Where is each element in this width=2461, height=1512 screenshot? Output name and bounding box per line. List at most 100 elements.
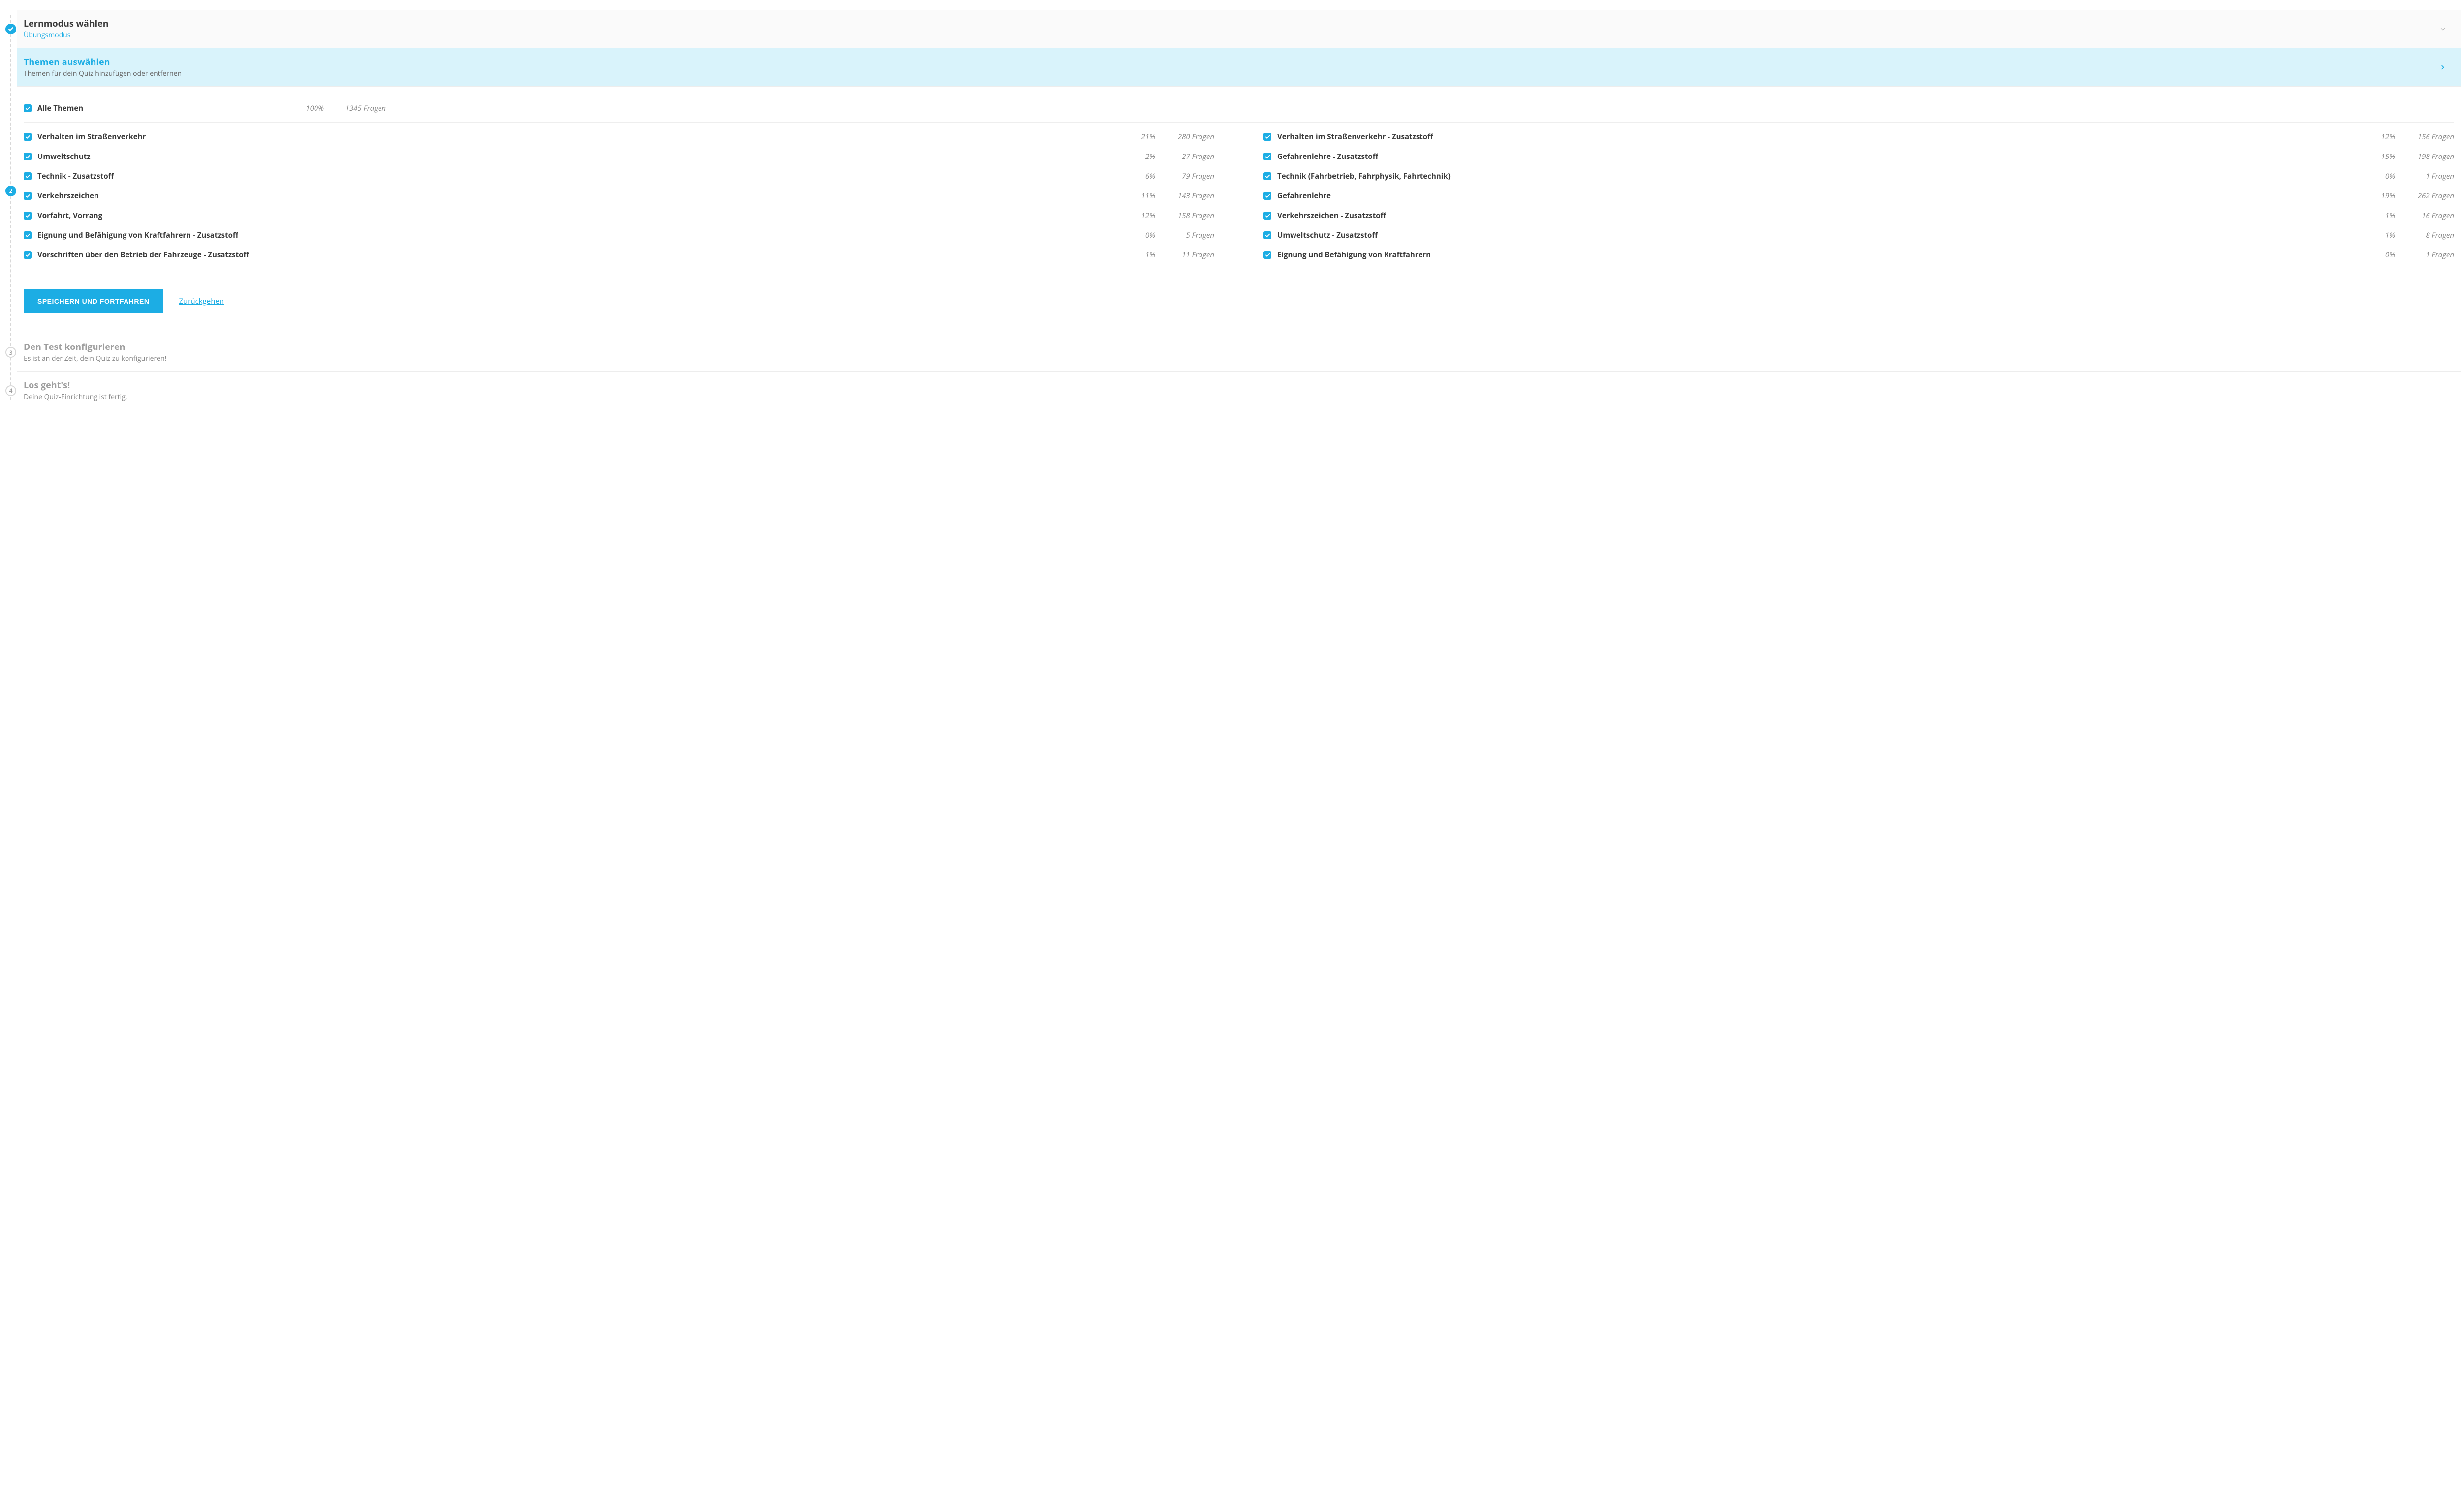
topic-row: Umweltschutz 2%27 Fragen: [24, 147, 1214, 166]
topic-checkbox[interactable]: [24, 153, 32, 160]
step-4-title: Los geht's!: [24, 379, 127, 391]
topic-row: Vorfahrt, Vorrang12%158 Fragen: [24, 206, 1214, 225]
topic-row: Vorschriften über den Betrieb der Fahrze…: [24, 245, 1214, 265]
topic-checkbox[interactable]: [24, 172, 32, 180]
step-4-header[interactable]: Los geht's! Deine Quiz-Einrichtung ist f…: [17, 372, 2461, 410]
topic-checkbox[interactable]: [24, 231, 32, 239]
step-1-header[interactable]: Lernmodus wählen Übungsmodus: [17, 10, 2461, 48]
topic-count: 27 Fragen: [1155, 152, 1214, 161]
step-2-title: Themen auswählen: [24, 56, 182, 68]
topic-label: Technik - Zusatzstoff: [37, 171, 114, 181]
topic-checkbox[interactable]: [24, 212, 32, 220]
topic-percent: 11%: [1121, 191, 1155, 201]
topic-count: 79 Fragen: [1155, 171, 1214, 181]
step-1: Lernmodus wählen Übungsmodus: [0, 10, 2461, 48]
topic-count: 16 Fragen: [2395, 211, 2454, 220]
topic-row: Gefahrenlehre19%262 Fragen: [1263, 186, 2454, 206]
check-icon: [1265, 252, 1270, 258]
topic-percent: 1%: [2361, 230, 2395, 240]
topic-percent: 12%: [1121, 211, 1155, 220]
check-icon: [1265, 193, 1270, 199]
check-icon: [1265, 134, 1270, 140]
topic-checkbox[interactable]: [1263, 231, 1271, 239]
step-2-subtitle: Themen für dein Quiz hinzufügen oder ent…: [24, 69, 182, 78]
check-icon: [1265, 174, 1270, 179]
topic-label: Verhalten im Straßenverkehr: [37, 132, 146, 142]
topic-label: Technik (Fahrbetrieb, Fahrphysik, Fahrte…: [1277, 171, 1451, 181]
check-icon: [25, 233, 31, 238]
topic-label: Umweltschutz: [37, 152, 91, 161]
back-link[interactable]: Zurückgehen: [179, 296, 224, 306]
step-2-marker: 2: [5, 186, 16, 196]
topic-row: Verhalten im Straßenverkehr - Zusatzstof…: [1263, 127, 2454, 147]
topic-label: Vorschriften über den Betrieb der Fahrze…: [37, 250, 249, 260]
check-icon: [1265, 154, 1270, 159]
topic-column-left: Verhalten im Straßenverkehr21%280 Fragen…: [24, 127, 1214, 265]
topic-row: Gefahrenlehre - Zusatzstoff15%198 Fragen: [1263, 147, 2454, 166]
topic-row: Technik (Fahrbetrieb, Fahrphysik, Fahrte…: [1263, 166, 2454, 186]
topic-count: 262 Fragen: [2395, 191, 2454, 201]
topic-label: Verkehrszeichen: [37, 191, 99, 201]
topic-percent: 15%: [2361, 152, 2395, 161]
step-1-title: Lernmodus wählen: [24, 18, 109, 30]
topic-percent: 2%: [1121, 152, 1155, 161]
topic-row: Verhalten im Straßenverkehr21%280 Fragen: [24, 127, 1214, 147]
topic-row: Umweltschutz - Zusatzstoff 1%8 Fragen: [1263, 225, 2454, 245]
topic-label: Umweltschutz - Zusatzstoff: [1277, 230, 1378, 240]
topic-checkbox[interactable]: [1263, 133, 1271, 141]
all-topics-count: 1345 Fragen: [324, 103, 388, 113]
topic-columns: Verhalten im Straßenverkehr21%280 Fragen…: [24, 123, 2454, 265]
topic-checkbox[interactable]: [1263, 251, 1271, 259]
topic-count: 8 Fragen: [2395, 230, 2454, 240]
all-topics-row: Alle Themen 100% 1345 Fragen: [24, 94, 2454, 123]
check-icon: [25, 154, 31, 159]
step-4-subtitle: Deine Quiz-Einrichtung ist fertig.: [24, 392, 127, 402]
topic-percent: 12%: [2361, 132, 2395, 142]
step-3-header[interactable]: Den Test konfigurieren Es ist an der Zei…: [17, 333, 2461, 372]
topic-checkbox[interactable]: [24, 192, 32, 200]
topic-count: 158 Fragen: [1155, 211, 1214, 220]
save-continue-button[interactable]: Speichern und Fortfahren: [24, 289, 163, 313]
step-4: 4 Los geht's! Deine Quiz-Einrichtung ist…: [0, 372, 2461, 410]
chevron-down-icon: [2439, 26, 2446, 32]
step-3: 3 Den Test konfigurieren Es ist an der Z…: [0, 333, 2461, 372]
topic-percent: 6%: [1121, 171, 1155, 181]
quiz-setup-wizard: Lernmodus wählen Übungsmodus 2 Themen au…: [0, 0, 2461, 419]
step-2-body: Alle Themen 100% 1345 Fragen Verhalten i…: [17, 87, 2461, 333]
topic-count: 5 Fragen: [1155, 230, 1214, 240]
topic-count: 143 Fragen: [1155, 191, 1214, 201]
topic-label: Verkehrszeichen - Zusatzstoff: [1277, 211, 1386, 220]
topic-label: Gefahrenlehre: [1277, 191, 1331, 201]
check-icon: [25, 213, 31, 219]
topic-percent: 0%: [2361, 250, 2395, 260]
step-1-marker: [5, 24, 16, 34]
topic-row: Eignung und Befähigung von Kraftfahrern0…: [1263, 245, 2454, 265]
topic-checkbox[interactable]: [1263, 212, 1271, 220]
all-topics-checkbox[interactable]: [24, 104, 32, 112]
topic-count: 11 Fragen: [1155, 250, 1214, 260]
topic-checkbox[interactable]: [24, 251, 32, 259]
step-4-marker: 4: [5, 385, 16, 396]
topic-count: 198 Fragen: [2395, 152, 2454, 161]
topic-checkbox[interactable]: [1263, 153, 1271, 160]
step-3-title: Den Test konfigurieren: [24, 341, 166, 353]
topic-checkbox[interactable]: [1263, 192, 1271, 200]
topic-count: 156 Fragen: [2395, 132, 2454, 142]
all-topics-label: Alle Themen: [37, 103, 83, 113]
step-2-header[interactable]: Themen auswählen Themen für dein Quiz hi…: [17, 48, 2461, 87]
topic-percent: 0%: [2361, 171, 2395, 181]
step-1-subtitle: Übungsmodus: [24, 31, 109, 40]
check-icon: [25, 252, 31, 258]
step-3-subtitle: Es ist an der Zeit, dein Quiz zu konfigu…: [24, 354, 166, 363]
topic-row: Verkehrszeichen - Zusatzstoff 1%16 Fragen: [1263, 206, 2454, 225]
topic-count: 1 Fragen: [2395, 250, 2454, 260]
topic-percent: 1%: [2361, 211, 2395, 220]
topic-count: 1 Fragen: [2395, 171, 2454, 181]
check-icon: [1265, 233, 1270, 238]
topic-checkbox[interactable]: [1263, 172, 1271, 180]
topic-label: Verhalten im Straßenverkehr - Zusatzstof…: [1277, 132, 1433, 142]
check-icon: [25, 106, 31, 111]
topic-checkbox[interactable]: [24, 133, 32, 141]
topic-column-right: Verhalten im Straßenverkehr - Zusatzstof…: [1263, 127, 2454, 265]
topic-percent: 21%: [1121, 132, 1155, 142]
